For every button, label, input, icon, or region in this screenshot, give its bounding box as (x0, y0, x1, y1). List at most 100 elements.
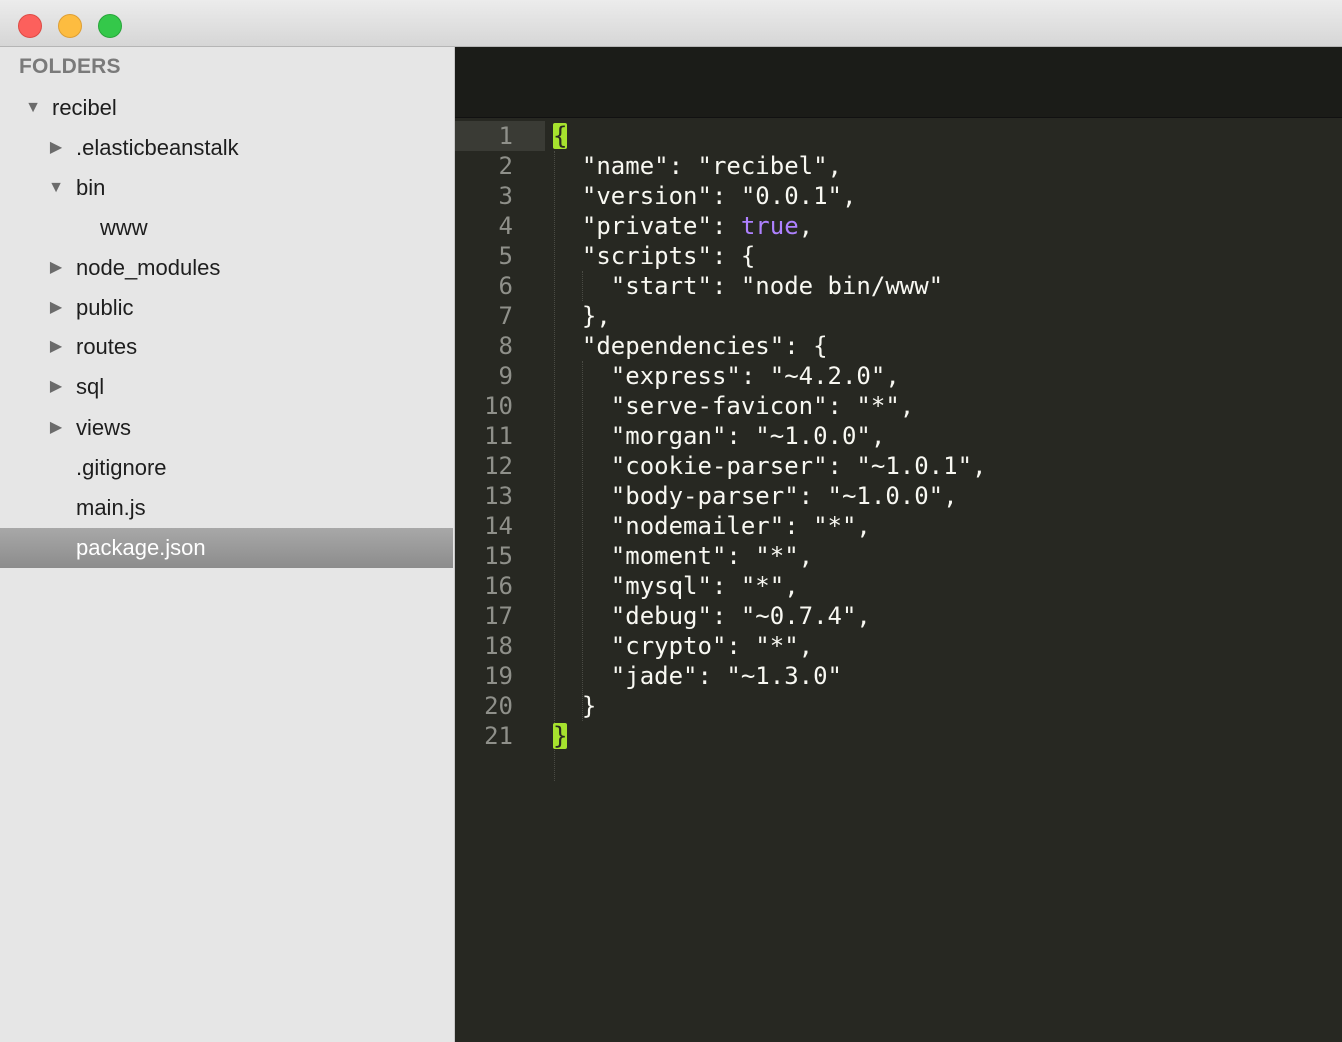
code-text: } (553, 721, 568, 751)
code-editor[interactable]: 1{2 "name": "recibel", 3 "version": "0.0.… (455, 47, 1342, 1042)
disclosure-closed-icon[interactable]: ▶ (47, 327, 65, 367)
tree-item-main-js[interactable]: main.js (0, 488, 453, 528)
code-line[interactable]: 16 "mysql": "*", (455, 571, 1342, 601)
code-line[interactable]: 3 "version": "0.0.1", (455, 181, 1342, 211)
code-line[interactable]: 21} (455, 721, 1342, 751)
line-number: 1 (498, 122, 513, 150)
disclosure-closed-icon[interactable]: ▶ (47, 408, 65, 448)
line-number: 6 (498, 272, 513, 300)
line-number: 19 (484, 662, 513, 690)
line-number: 16 (484, 572, 513, 600)
title-bar (0, 0, 1342, 47)
code-line[interactable]: 10 "serve-favicon": "*", (455, 391, 1342, 421)
code-line[interactable]: 6 "start": "node bin/www" (455, 271, 1342, 301)
code-text: "dependencies": { (553, 332, 828, 360)
code-line[interactable]: 19 "jade": "~1.3.0" (455, 661, 1342, 691)
code-text: { (553, 121, 568, 151)
tree-item-label: recibel (52, 95, 117, 120)
matched-brace: } (553, 722, 568, 750)
line-number: 20 (484, 692, 513, 720)
tree-item-views[interactable]: ▶ views (0, 408, 453, 448)
code-text: } (553, 692, 597, 720)
code-text: "crypto": "*", (553, 632, 814, 660)
tree-item-label: sql (76, 374, 105, 399)
tab-bar (455, 47, 1342, 118)
code-line[interactable]: 15 "moment": "*", (455, 541, 1342, 571)
disclosure-closed-icon[interactable]: ▶ (47, 248, 65, 288)
disclosure-closed-icon[interactable]: ▶ (47, 288, 65, 328)
matched-brace: { (553, 122, 568, 150)
code-text: "name": "recibel", (553, 152, 842, 180)
code-line[interactable]: 12 "cookie-parser": "~1.0.1", (455, 451, 1342, 481)
line-number: 5 (498, 242, 513, 270)
line-number: 13 (484, 482, 513, 510)
code-text: "private": true, (553, 212, 814, 240)
folders-sidebar: FOLDERS ▼ recibel ▶ .elasticbeanstalk ▼ … (0, 47, 455, 1042)
code-line[interactable]: 4 "private": true, (455, 211, 1342, 241)
code-line[interactable]: 9 "express": "~4.2.0", (455, 361, 1342, 391)
line-number: 3 (498, 182, 513, 210)
tree-item-label: .elasticbeanstalk (76, 135, 239, 160)
line-number: 7 (498, 302, 513, 330)
line-number: 15 (484, 542, 513, 570)
tree-item-label: package.json (76, 535, 206, 560)
tree-item-label: public (76, 295, 134, 320)
line-number: 14 (484, 512, 513, 540)
disclosure-closed-icon[interactable]: ▶ (47, 128, 65, 168)
line-number: 11 (484, 422, 513, 450)
line-number: 10 (484, 392, 513, 420)
tree-item-node-modules[interactable]: ▶ node_modules (0, 248, 453, 288)
code-line[interactable]: 17 "debug": "~0.7.4", (455, 601, 1342, 631)
tree-item-sql[interactable]: ▶ sql (0, 367, 453, 407)
code-text: "morgan": "~1.0.0", (553, 422, 886, 450)
tree-item-package-json[interactable]: package.json (0, 528, 453, 568)
tree-item-label: www (100, 215, 148, 240)
code-text: "mysql": "*", (553, 572, 799, 600)
disclosure-closed-icon[interactable]: ▶ (47, 367, 65, 407)
tree-item-recibel[interactable]: ▼ recibel (0, 88, 453, 128)
line-number: 18 (484, 632, 513, 660)
disclosure-open-icon[interactable]: ▼ (47, 168, 65, 208)
code-text: "debug": "~0.7.4", (553, 602, 871, 630)
tree-item-elasticbeanstalk[interactable]: ▶ .elasticbeanstalk (0, 128, 453, 168)
tree-item-label: routes (76, 334, 138, 359)
boolean-literal: true (740, 212, 799, 240)
code-line[interactable]: 7 }, (455, 301, 1342, 331)
app-window: FOLDERS ▼ recibel ▶ .elasticbeanstalk ▼ … (0, 0, 1342, 1042)
code-line[interactable]: 2 "name": "recibel", (455, 151, 1342, 181)
line-number: 21 (484, 722, 513, 750)
code-text: "cookie-parser": "~1.0.1", (553, 452, 987, 480)
folders-header: FOLDERS (19, 55, 121, 78)
code-line[interactable]: 20 } (455, 691, 1342, 721)
code-text: "scripts": { (553, 242, 756, 270)
code-text: }, (553, 302, 611, 330)
tree-item-label: bin (76, 175, 106, 200)
code-line[interactable]: 5 "scripts": { (455, 241, 1342, 271)
code-line[interactable]: 1{ (455, 121, 1342, 151)
code-line[interactable]: 11 "morgan": "~1.0.0", (455, 421, 1342, 451)
code-line[interactable]: 18 "crypto": "*", (455, 631, 1342, 661)
line-number: 8 (498, 332, 513, 360)
tree-item-label: node_modules (76, 255, 221, 280)
code-line[interactable]: 13 "body-parser": "~1.0.0", (455, 481, 1342, 511)
tree-item-www[interactable]: www (0, 208, 453, 248)
code-line[interactable]: 14 "nodemailer": "*", (455, 511, 1342, 541)
code-text: "moment": "*", (553, 542, 814, 570)
tree-item-bin[interactable]: ▼ bin (0, 168, 453, 208)
code-text: "body-parser": "~1.0.0", (553, 482, 958, 510)
line-number: 17 (484, 602, 513, 630)
code-text: "nodemailer": "*", (553, 512, 871, 540)
minimize-window-button[interactable] (58, 14, 82, 38)
tree-item-label: main.js (76, 495, 146, 520)
close-window-button[interactable] (18, 14, 42, 38)
maximize-window-button[interactable] (98, 14, 122, 38)
line-number: 2 (498, 152, 513, 180)
code-line[interactable]: 8 "dependencies": { (455, 331, 1342, 361)
tree-item-public[interactable]: ▶ public (0, 288, 453, 328)
code-text: "start": "node bin/www" (553, 272, 944, 300)
tree-item-routes[interactable]: ▶ routes (0, 327, 453, 367)
tree-item-gitignore[interactable]: .gitignore (0, 448, 453, 488)
disclosure-open-icon[interactable]: ▼ (24, 88, 42, 128)
tree-item-label: .gitignore (76, 455, 167, 480)
line-number: 4 (498, 212, 513, 240)
